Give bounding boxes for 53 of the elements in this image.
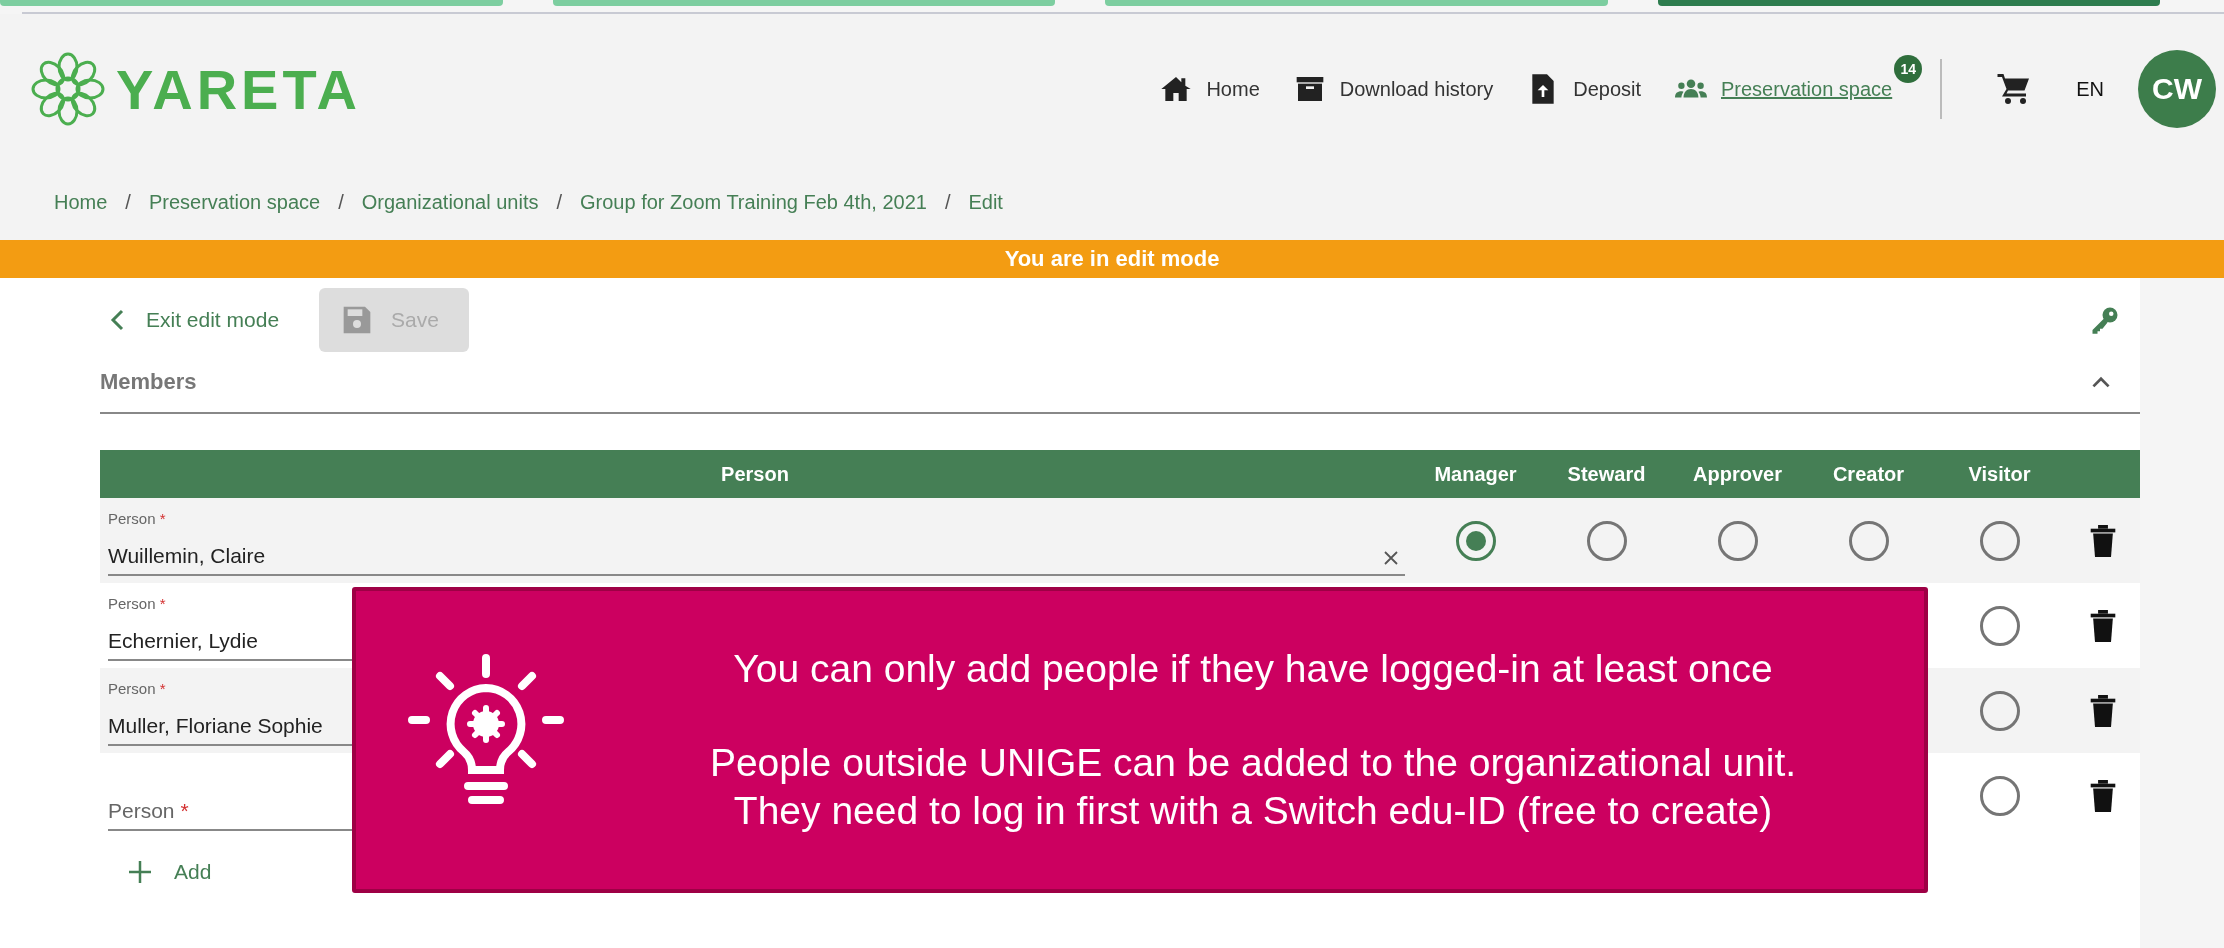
- column-header: Person: [720, 462, 790, 486]
- radio-button[interactable]: [1979, 605, 2020, 646]
- breadcrumb-separator: /: [338, 190, 344, 214]
- nav-link[interactable]: Deposit: [1527, 73, 1641, 105]
- radio-button[interactable]: [1979, 690, 2020, 731]
- field-label: Person *: [108, 509, 166, 527]
- flower-logo-icon: [30, 51, 106, 127]
- breadcrumb-separator: /: [944, 190, 951, 214]
- field-value: Muller, Floriane Sophie: [108, 713, 323, 738]
- callout-text: People outside UNIGE can be added to the organizational unit.: [708, 741, 1798, 785]
- add-button[interactable]: Add: [128, 860, 212, 884]
- column-header: Creator: [1831, 462, 1906, 486]
- field-label: Person *: [108, 594, 166, 612]
- breadcrumb-link[interactable]: Organizational units: [361, 190, 539, 214]
- user-avatar[interactable]: CW: [2138, 50, 2216, 128]
- clear-icon[interactable]: [1383, 549, 1399, 566]
- nav-link[interactable]: Home: [1160, 73, 1260, 105]
- logo-text: YARETA: [116, 56, 361, 122]
- edit-mode-banner: You are in edit mode: [0, 240, 2224, 278]
- trash-icon[interactable]: [2089, 694, 2116, 727]
- chevron-left-icon: [110, 309, 124, 331]
- radio-button[interactable]: [1455, 520, 1496, 561]
- count-badge: 14: [1894, 55, 1923, 83]
- breadcrumb-link[interactable]: Preservation space: [148, 190, 321, 214]
- breadcrumb-link[interactable]: Group for Zoom Training Feb 4th, 2021: [580, 190, 927, 214]
- plus-icon: [128, 860, 152, 884]
- field-value: Wuillemin, Claire: [108, 543, 266, 568]
- trash-icon[interactable]: [2089, 779, 2116, 812]
- language-selector[interactable]: EN: [2076, 77, 2104, 101]
- column-header: Visitor: [1967, 462, 2032, 486]
- radio-button[interactable]: [1979, 520, 2020, 561]
- field-placeholder: Person *: [108, 798, 189, 823]
- breadcrumb-separator: /: [556, 190, 563, 214]
- callout-text: They need to log in first with a Switch edu-ID (free to create): [732, 789, 1774, 833]
- nav-link[interactable]: Download history: [1293, 73, 1494, 105]
- radio-button[interactable]: [1717, 520, 1758, 561]
- section-title: Members: [100, 369, 197, 395]
- trash-icon[interactable]: [2089, 524, 2116, 557]
- exit-edit-button[interactable]: Exit edit mode: [110, 308, 280, 332]
- column-header: Manager: [1433, 462, 1518, 486]
- column-header: Approver: [1692, 462, 1783, 486]
- field-label: Person *: [108, 679, 166, 697]
- breadcrumb-link[interactable]: Edit: [968, 190, 1003, 214]
- field-value: Echernier, Lydie: [108, 628, 258, 653]
- radio-button[interactable]: [1848, 520, 1889, 561]
- key-icon[interactable]: [2090, 305, 2120, 335]
- breadcrumb-separator: /: [125, 190, 131, 214]
- column-header: Steward: [1566, 462, 1647, 486]
- trash-icon[interactable]: [2089, 609, 2116, 642]
- callout-title: You can only add people if they have logged-in at least once: [732, 647, 1774, 691]
- radio-button[interactable]: [1979, 775, 2020, 816]
- breadcrumb-link[interactable]: Home: [54, 190, 108, 214]
- radio-button[interactable]: [1586, 520, 1627, 561]
